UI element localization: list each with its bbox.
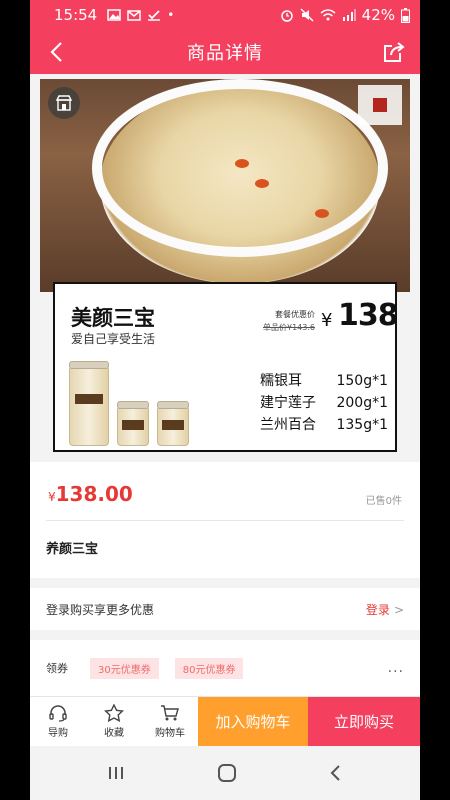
brand-seal [373,98,387,112]
package-item: 糯银耳 150g*1 [260,373,388,389]
guide-button[interactable]: 导购 [30,697,86,746]
coupon-row[interactable]: 领券 30元优惠券 80元优惠券 ... [30,640,420,696]
status-bar: 15:54 • 42% [30,0,420,30]
wifi-icon [320,9,336,21]
login-link-label: 登录 [365,602,390,617]
coupon-badge[interactable]: 80元优惠券 [174,657,244,679]
jar-small [117,401,149,446]
share-icon[interactable] [380,38,408,66]
card-title: 美颜三宝 [71,306,155,330]
card-price-labels: 套餐优惠价 单品价¥143.6 [263,309,315,333]
signal-icon [342,9,356,21]
sold-count: 已售0件 [365,496,402,507]
coupon-label: 领券 [46,662,68,675]
jar-large [69,361,109,446]
add-to-cart-button[interactable]: 加入购物车 [198,697,308,746]
card-currency: ¥ [321,310,333,331]
bottom-action-bar: 导购 收藏 购物车 加入购物车 立即购买 [30,696,420,746]
package-item: 建宁莲子 200g*1 [260,395,388,411]
page-title: 商品详情 [187,43,263,64]
mail-icon [127,9,141,21]
star-icon [104,704,124,722]
favorite-button[interactable]: 收藏 [86,697,142,746]
product-info-card: 美颜三宝 爱自己享受生活 套餐优惠价 单品价¥143.6 ¥ 138 糯银耳 1… [53,282,399,452]
cart-icon [161,705,179,721]
more-coupons-icon[interactable]: ... [388,660,404,676]
buy-now-button[interactable]: 立即购买 [308,697,420,746]
cart-nav-button[interactable]: 购物车 [142,697,198,746]
image-icon [107,9,121,21]
app-header: 商品详情 [30,30,420,74]
download-done-icon [148,10,161,21]
product-name: 养颜三宝 [46,542,99,557]
store-button[interactable] [48,87,80,119]
system-navigation-bar [30,746,420,800]
card-price: 138 [338,298,399,333]
brand-logo [358,85,402,125]
product-detail-content[interactable]: 美颜三宝 爱自己享受生活 套餐优惠价 单品价¥143.6 ¥ 138 糯银耳 1… [30,74,420,696]
goji-berry [255,179,269,188]
price-section: ¥138.00 已售0件 养颜三宝 [30,462,420,578]
original-price-label: 单品价¥143.6 [263,323,315,332]
back-nav-icon[interactable] [328,764,344,782]
alarm-icon [280,10,293,22]
home-icon[interactable] [217,763,237,783]
store-icon [55,95,73,111]
system-icons: 42% [280,6,410,24]
battery-icon [401,7,410,23]
goji-berry [235,159,249,168]
app-screen: 15:54 • 42% 商品详情 美颜三宝 爱自己享受生活 套餐优惠价 单品价¥… [30,0,420,800]
card-subtitle: 爱自己享受生活 [71,332,156,346]
login-link[interactable]: 登录 > [366,601,404,618]
coupon-badge[interactable]: 30元优惠券 [90,657,159,679]
login-promo-row[interactable]: 登录购买享更多优惠 登录 > [30,588,420,630]
favorite-label: 收藏 [104,728,124,739]
goji-berry [315,209,329,218]
promo-price-label: 套餐优惠价 [275,310,315,319]
mute-icon [300,8,314,22]
price-currency: ¥ [48,490,56,504]
battery-percent: 42% [361,6,395,24]
jar-small [157,401,189,446]
notification-icons: • [107,8,174,22]
price-value: 138.00 [55,482,133,506]
status-time: 15:54 [54,6,98,24]
login-promo-text: 登录购买享更多优惠 [46,602,155,617]
product-photo [40,79,410,292]
chevron-right-icon: > [393,602,404,617]
package-contents: 糯银耳 150g*1 建宁莲子 200g*1 兰州百合 135g*1 [260,370,388,436]
divider [46,520,404,521]
guide-label: 导购 [48,728,68,739]
product-price: ¥138.00 [48,482,133,506]
product-jars-image [67,356,217,446]
recent-apps-icon[interactable] [106,765,126,781]
bowl-rim [92,79,388,257]
dot-icon: • [167,8,175,22]
headset-icon [49,705,67,722]
back-icon[interactable] [44,38,72,66]
package-item: 兰州百合 135g*1 [260,417,388,433]
cart-label: 购物车 [155,728,185,739]
